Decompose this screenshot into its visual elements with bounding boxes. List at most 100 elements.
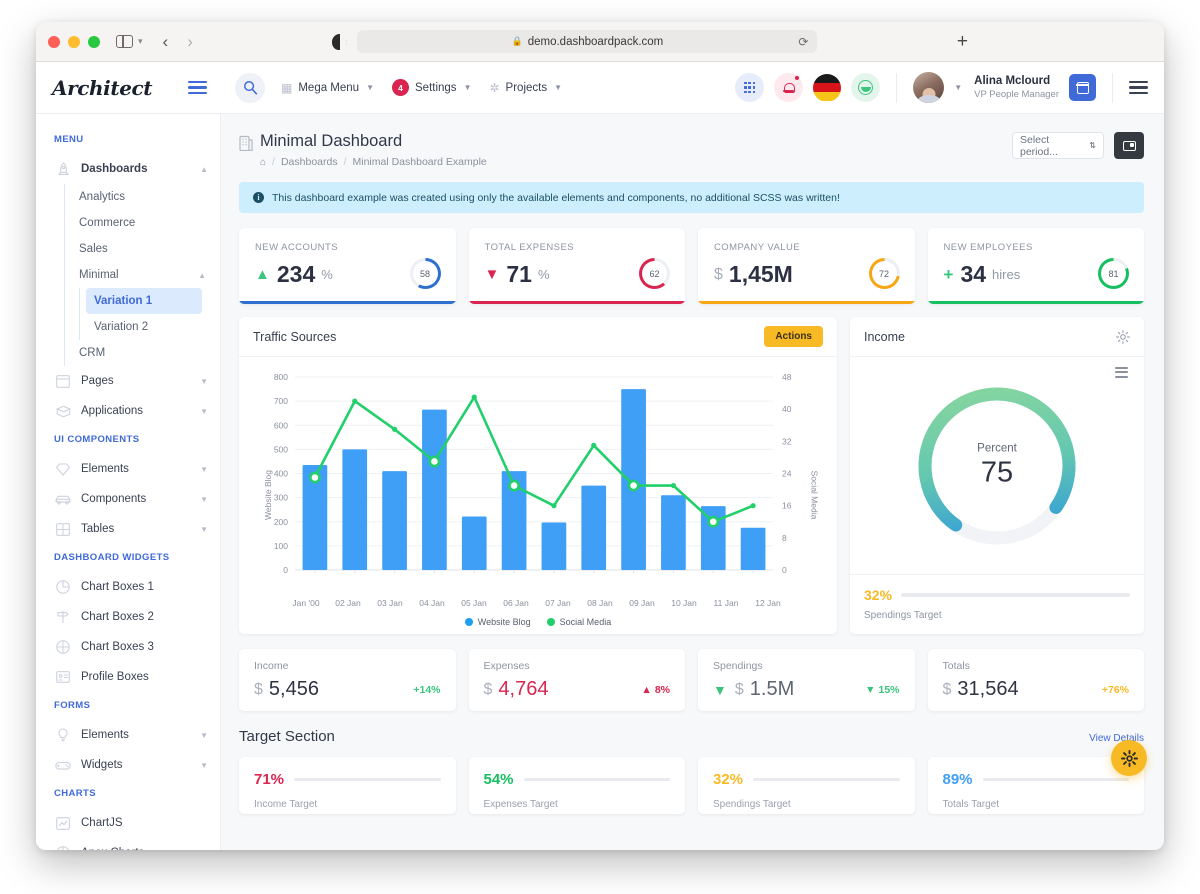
chevron-down-icon: ▼ <box>200 494 208 504</box>
sidebar-item-commerce[interactable]: Commerce <box>65 210 220 236</box>
browser-window: ▾ ‹ › 🔒 demo.dashboardpack.com ⟳ + Archi… <box>36 22 1164 850</box>
legend-item-social-media[interactable]: Social Media <box>546 617 611 627</box>
header-actions: ▼ Alina Mclourd VP People Manager <box>735 72 1148 103</box>
sidebar-section-label: UI COMPONENTS <box>54 434 140 445</box>
brand-area: Architect <box>36 76 221 100</box>
kpi-accent-bar <box>927 301 1144 304</box>
settings-fab-button[interactable] <box>1111 740 1147 776</box>
address-bar[interactable]: 🔒 demo.dashboardpack.com ⟳ <box>357 30 818 53</box>
new-tab-button[interactable]: + <box>957 31 972 53</box>
sidebar-item-chart-boxes-3[interactable]: Chart Boxes 3 <box>36 632 220 662</box>
period-select[interactable]: Select period... ⇅ <box>1012 132 1104 159</box>
progress-track <box>753 777 900 782</box>
language-flag-button[interactable] <box>813 73 842 102</box>
sidebar-item-variation-1[interactable]: Variation 1 <box>86 288 202 314</box>
target-section-title: Target Section <box>239 728 335 745</box>
user-name: Alina Mclourd <box>974 75 1051 88</box>
sidebar-item-label: Pages <box>81 375 114 387</box>
calendar-button[interactable] <box>1069 74 1096 101</box>
sidebar-item-minimal[interactable]: Minimal ▲ <box>65 262 220 288</box>
status-smiley-button[interactable] <box>851 73 881 102</box>
svg-text:8: 8 <box>782 533 787 543</box>
sidebar-item-sales[interactable]: Sales <box>65 236 220 262</box>
mini-stats-row: Income $ 5,456 +14% Expenses $ 4,764 ▲ 8… <box>239 649 1144 711</box>
sidebar-toggle-button[interactable]: ▾ <box>116 35 143 48</box>
app-logo[interactable]: Architect <box>52 76 153 100</box>
user-info[interactable]: Alina Mclourd VP People Manager <box>974 74 1059 100</box>
sidebar-item-form-widgets[interactable]: Widgets ▼ <box>36 750 220 780</box>
globe-icon <box>54 640 72 654</box>
sidebar: MENU Dashboards ▲ Analytics Commerce Sal… <box>36 114 221 850</box>
svg-text:0: 0 <box>782 565 787 575</box>
sidebar-item-profile-boxes[interactable]: Profile Boxes <box>36 662 220 692</box>
minimize-window-button[interactable] <box>68 35 80 48</box>
target-card-totals: 89% Totals Target <box>927 757 1144 814</box>
notifications-button[interactable] <box>774 73 804 102</box>
target-percent: 54% <box>483 771 514 788</box>
header-menu-button[interactable] <box>1129 80 1148 95</box>
mini-stat-totals: Totals $ 31,564 +76% <box>927 649 1144 711</box>
search-button[interactable] <box>235 72 265 103</box>
currency-symbol: $ <box>942 680 952 698</box>
sidebar-item-analytics[interactable]: Analytics <box>65 184 220 210</box>
traffic-sources-chart: Website Blog Social Media 0 100 200 300 400 5… <box>239 357 837 632</box>
bulb-icon <box>54 728 72 742</box>
sidebar-item-chart-boxes-1[interactable]: Chart Boxes 1 <box>36 572 220 602</box>
sidebar-item-pages[interactable]: Pages ▼ <box>36 366 220 396</box>
breadcrumb-item-dashboards[interactable]: Dashboards <box>281 156 338 168</box>
chevron-down-icon: ▼ <box>200 730 208 740</box>
pie-chart-icon <box>54 846 72 850</box>
sidebar-item-apex-charts[interactable]: Apex Charts <box>36 838 220 850</box>
sidebar-item-chart-boxes-2[interactable]: Chart Boxes 2 <box>36 602 220 632</box>
kpi-ring: 81 <box>1098 258 1129 289</box>
maximize-window-button[interactable] <box>88 35 100 48</box>
sidebar-item-variation-2[interactable]: Variation 2 <box>80 314 220 340</box>
sidebar-item-applications[interactable]: Applications ▼ <box>36 396 220 426</box>
sidebar-item-label: Minimal <box>79 269 119 281</box>
sidebar-collapse-button[interactable] <box>188 80 207 95</box>
chevron-down-icon: ▼ <box>200 524 208 534</box>
mini-stat-value: 4,764 <box>498 678 549 700</box>
sidebar-item-form-elements[interactable]: Elements ▼ <box>36 720 220 750</box>
mini-stat-delta: +14% <box>413 683 441 696</box>
actions-button[interactable]: Actions <box>764 326 823 347</box>
sidebar-item-tables[interactable]: Tables ▼ <box>36 514 220 544</box>
sidebar-item-label: Chart Boxes 2 <box>81 611 154 623</box>
export-button[interactable] <box>1114 132 1144 159</box>
x-tick-label: 02 Jan <box>335 598 361 608</box>
sidebar-item-chartjs[interactable]: ChartJS <box>36 808 220 838</box>
sidebar-item-crm[interactable]: CRM <box>65 340 220 366</box>
privacy-shield-icon[interactable] <box>332 33 348 50</box>
page-title: Minimal Dashboard <box>260 132 403 150</box>
sidebar-item-dashboards[interactable]: Dashboards ▲ <box>36 154 220 184</box>
sidebar-item-components[interactable]: Components ▼ <box>36 484 220 514</box>
close-window-button[interactable] <box>48 35 60 48</box>
browser-navigation[interactable]: ‹ › <box>163 32 193 52</box>
chevron-down-icon: ▼ <box>200 760 208 770</box>
lock-icon: 🔒 <box>511 36 523 46</box>
apps-grid-button[interactable] <box>735 73 765 102</box>
nav-item-projects[interactable]: ✲ Projects ▼ <box>489 81 562 95</box>
forward-button[interactable]: › <box>187 32 193 52</box>
target-section-header: Target Section View Details <box>239 728 1144 745</box>
main-content: Minimal Dashboard ⌂ / Dashboards / Minim… <box>221 114 1164 850</box>
legend-item-website-blog[interactable]: Website Blog <box>464 617 531 627</box>
svg-text:300: 300 <box>274 493 288 503</box>
svg-text:0: 0 <box>283 565 288 575</box>
nav-item-mega-menu[interactable]: ▦ Mega Menu ▼ <box>281 81 374 95</box>
x-axis-labels: Jan '00 02 Jan 03 Jan 04 Jan 05 Jan 06 Jan 07 … <box>285 598 789 608</box>
back-button[interactable]: ‹ <box>163 32 169 52</box>
reload-icon[interactable]: ⟳ <box>798 35 808 49</box>
window-controls[interactable] <box>48 35 100 48</box>
gear-icon[interactable] <box>1116 329 1130 344</box>
avatar[interactable] <box>913 72 945 103</box>
kpi-card-company-value: COMPANY VALUE $ 1,45M 72 <box>698 228 915 304</box>
sidebar-item-ui-elements[interactable]: Elements ▼ <box>36 454 220 484</box>
home-icon[interactable]: ⌂ <box>260 157 266 168</box>
breadcrumb-item-current[interactable]: Minimal Dashboard Example <box>353 156 487 168</box>
nav-item-settings[interactable]: 4 Settings ▼ <box>392 79 471 96</box>
app-header: Architect ▦ Mega Menu ▼ 4 Settings ▼ ✲ P… <box>36 62 1164 114</box>
chevron-down-icon[interactable]: ▼ <box>954 83 962 92</box>
target-progress: 89% <box>943 771 1129 788</box>
trend-down-icon: ▼ <box>713 681 727 698</box>
